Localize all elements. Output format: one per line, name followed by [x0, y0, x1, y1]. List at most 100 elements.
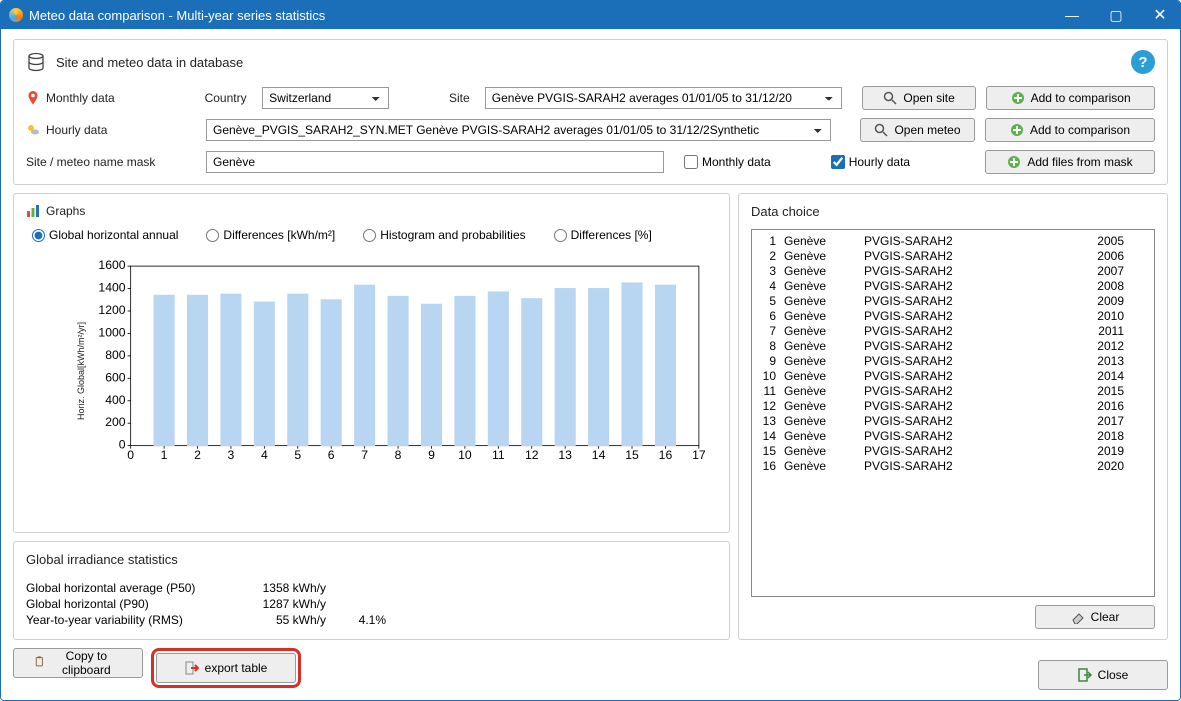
plus-circle-icon [1007, 155, 1021, 169]
list-item[interactable]: 14GenèvePVGIS-SARAH22018 [758, 429, 1148, 444]
hourly-select[interactable]: Genève_PVGIS_SARAH2_SYN.MET Genève PVGIS… [206, 119, 831, 141]
svg-text:1000: 1000 [98, 325, 125, 339]
list-item[interactable]: 7GenèvePVGIS-SARAH22011 [758, 324, 1148, 339]
radio-diff-kwh[interactable]: Differences [kWh/m²] [206, 228, 335, 242]
svg-text:9: 9 [428, 448, 435, 462]
database-panel: Site and meteo data in database ? Monthl… [13, 39, 1168, 185]
list-item[interactable]: 6GenèvePVGIS-SARAH22010 [758, 309, 1148, 324]
svg-text:4: 4 [261, 448, 268, 462]
app-icon [9, 8, 23, 22]
list-item[interactable]: 2GenèvePVGIS-SARAH22006 [758, 249, 1148, 264]
list-item[interactable]: 4GenèvePVGIS-SARAH22008 [758, 279, 1148, 294]
svg-text:1200: 1200 [98, 303, 125, 317]
mask-input[interactable] [206, 151, 664, 173]
svg-text:5: 5 [294, 448, 301, 462]
mask-label: Site / meteo name mask [26, 155, 155, 169]
plus-circle-icon [1011, 91, 1025, 105]
list-item[interactable]: 9GenèvePVGIS-SARAH22013 [758, 354, 1148, 369]
country-label: Country [205, 91, 253, 105]
export-icon [185, 661, 199, 675]
list-item[interactable]: 12GenèvePVGIS-SARAH22016 [758, 399, 1148, 414]
hourly-data-label: Hourly data [46, 123, 107, 137]
window-title: Meteo data comparison - Multi-year serie… [29, 8, 1060, 23]
svg-text:7: 7 [361, 448, 368, 462]
stat-row: Global horizontal average (P50)1358 kWh/… [26, 581, 717, 595]
stat-row: Year-to-year variability (RMS)55 kWh/y4.… [26, 613, 717, 627]
svg-text:6: 6 [328, 448, 335, 462]
list-item[interactable]: 1GenèvePVGIS-SARAH22005 [758, 234, 1148, 249]
sun-cloud-icon [26, 123, 40, 137]
svg-text:12: 12 [525, 448, 539, 462]
radio-histogram[interactable]: Histogram and probabilities [363, 228, 525, 242]
close-button[interactable]: Close [1038, 660, 1168, 690]
list-item[interactable]: 8GenèvePVGIS-SARAH22012 [758, 339, 1148, 354]
graphs-title: Graphs [46, 204, 85, 218]
svg-text:0: 0 [127, 448, 134, 462]
stat-row: Global horizontal (P90)1287 kWh/y [26, 597, 717, 611]
site-select[interactable]: Genève PVGIS-SARAH2 averages 01/01/05 to… [485, 87, 842, 109]
svg-text:11: 11 [492, 448, 505, 462]
radio-diff-pct[interactable]: Differences [%] [554, 228, 652, 242]
add-to-comparison-meteo-button[interactable]: Add to comparison [985, 118, 1155, 142]
svg-text:17: 17 [692, 448, 705, 462]
add-files-from-mask-button[interactable]: Add files from mask [985, 150, 1155, 174]
magnifier-icon [874, 123, 888, 137]
site-label: Site [449, 91, 475, 105]
list-item[interactable]: 16GenèvePVGIS-SARAH22020 [758, 459, 1148, 474]
eraser-icon [1071, 610, 1085, 624]
svg-text:10: 10 [458, 448, 472, 462]
add-to-comparison-site-button[interactable]: Add to comparison [986, 86, 1155, 110]
export-table-button[interactable]: export table [156, 653, 296, 683]
svg-text:13: 13 [558, 448, 572, 462]
list-item[interactable]: 13GenèvePVGIS-SARAH22017 [758, 414, 1148, 429]
svg-text:800: 800 [105, 348, 126, 362]
svg-text:1400: 1400 [98, 281, 125, 295]
data-choice-title: Data choice [751, 204, 1155, 219]
svg-text:14: 14 [592, 448, 606, 462]
svg-text:1: 1 [161, 448, 168, 462]
list-item[interactable]: 10GenèvePVGIS-SARAH22014 [758, 369, 1148, 384]
svg-text:2: 2 [194, 448, 201, 462]
list-item[interactable]: 15GenèvePVGIS-SARAH22019 [758, 444, 1148, 459]
exit-icon [1078, 668, 1092, 682]
data-choice-list[interactable]: 1GenèvePVGIS-SARAH220052GenèvePVGIS-SARA… [751, 229, 1155, 597]
monthly-data-checkbox[interactable]: Monthly data [684, 155, 771, 169]
monthly-data-label: Monthly data [46, 91, 115, 105]
magnifier-icon [883, 91, 897, 105]
data-choice-panel: Data choice 1GenèvePVGIS-SARAH220052Genè… [738, 193, 1168, 640]
titlebar: Meteo data comparison - Multi-year serie… [1, 1, 1180, 29]
open-meteo-button[interactable]: Open meteo [860, 118, 975, 142]
minimize-button[interactable]: — [1060, 3, 1084, 27]
open-site-button[interactable]: Open site [862, 86, 976, 110]
copy-to-clipboard-button[interactable]: Copy to clipboard [13, 648, 143, 678]
chart: Horiz. Global[kWh/m²/yr] 020040060080010… [26, 256, 717, 486]
country-select[interactable]: Switzerland [262, 87, 389, 109]
svg-text:16: 16 [659, 448, 673, 462]
clear-button[interactable]: Clear [1035, 605, 1155, 629]
bar-chart-icon [26, 204, 40, 218]
export-highlight: export table [151, 648, 301, 688]
list-item[interactable]: 3GenèvePVGIS-SARAH22007 [758, 264, 1148, 279]
maximize-button[interactable]: ▢ [1104, 3, 1128, 27]
svg-text:15: 15 [625, 448, 639, 462]
database-heading: Site and meteo data in database [56, 55, 243, 70]
svg-text:3: 3 [228, 448, 235, 462]
list-item[interactable]: 5GenèvePVGIS-SARAH22009 [758, 294, 1148, 309]
radio-global-horizontal[interactable]: Global horizontal annual [32, 228, 178, 242]
stats-panel: Global irradiance statistics Global hori… [13, 541, 730, 640]
close-window-button[interactable]: ✕ [1148, 3, 1172, 27]
database-icon [26, 52, 46, 72]
svg-text:400: 400 [105, 393, 126, 407]
svg-text:8: 8 [395, 448, 402, 462]
svg-text:0: 0 [119, 438, 126, 452]
clipboard-icon [34, 656, 45, 670]
svg-text:600: 600 [105, 370, 126, 384]
list-item[interactable]: 11GenèvePVGIS-SARAH22015 [758, 384, 1148, 399]
hourly-data-checkbox[interactable]: Hourly data [831, 155, 910, 169]
help-icon[interactable]: ? [1131, 50, 1155, 74]
y-axis-label: Horiz. Global[kWh/m²/yr] [76, 322, 86, 420]
svg-text:1600: 1600 [98, 260, 125, 272]
plus-circle-icon [1010, 123, 1024, 137]
graphs-panel: Graphs Global horizontal annual Differen… [13, 193, 730, 533]
svg-text:200: 200 [105, 415, 126, 429]
